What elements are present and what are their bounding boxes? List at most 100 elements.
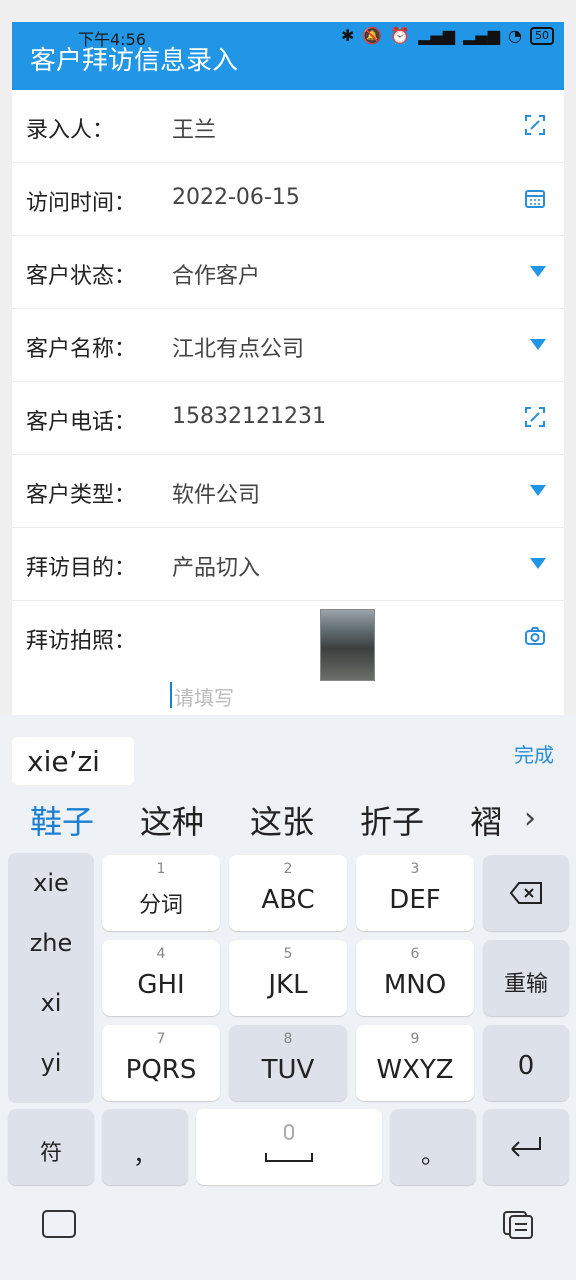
key-label: ABC bbox=[261, 885, 315, 915]
comma-key[interactable]: ， bbox=[102, 1109, 188, 1185]
key-number: 4 bbox=[156, 946, 166, 962]
wifi-icon: ◔ bbox=[508, 26, 522, 45]
microphone-icon bbox=[265, 1124, 313, 1162]
key-label: TUV bbox=[261, 1055, 315, 1085]
enter-key[interactable] bbox=[483, 1109, 569, 1185]
done-button[interactable]: 完成 bbox=[514, 739, 554, 768]
key-8[interactable]: 8 TUV bbox=[229, 1025, 347, 1101]
key-5[interactable]: 5 JKL bbox=[229, 940, 347, 1016]
candidate-item[interactable]: 褶 bbox=[470, 797, 502, 843]
key-7[interactable]: 7 PQRS bbox=[102, 1025, 220, 1101]
customer-phone-value[interactable]: 15832121231 bbox=[172, 404, 326, 429]
clipboard-icon[interactable] bbox=[502, 1210, 534, 1240]
key-label: 。 bbox=[421, 1141, 445, 1169]
key-label: ， bbox=[133, 1141, 157, 1169]
dropdown-caret-icon[interactable] bbox=[530, 558, 546, 569]
key-9[interactable]: 9 WXYZ bbox=[356, 1025, 474, 1101]
candidate-item[interactable]: 鞋子 bbox=[30, 797, 94, 843]
recorder-value[interactable]: 王兰 bbox=[172, 112, 216, 144]
pinyin-option[interactable]: zhe bbox=[8, 929, 94, 957]
key-label: 符 bbox=[39, 1141, 62, 1166]
photo-thumbnail[interactable] bbox=[320, 609, 375, 681]
key-1[interactable]: 1 分词 bbox=[102, 855, 220, 931]
ime-keyboard: xie’zi 完成 鞋子 这种 这张 折子 褶 › xie zhe xi yi … bbox=[0, 715, 576, 1280]
key-4[interactable]: 4 GHI bbox=[102, 940, 220, 1016]
enter-icon bbox=[511, 1137, 541, 1157]
pinyin-text: xie’zi bbox=[27, 745, 100, 778]
pinyin-composition: xie’zi bbox=[12, 737, 134, 785]
customer-name-value[interactable]: 江北有点公司 bbox=[172, 331, 304, 363]
form-row-visit-purpose[interactable]: 拜访目的： 产品切入 bbox=[12, 528, 564, 601]
candidate-item[interactable]: 折子 bbox=[360, 797, 424, 843]
key-6[interactable]: 6 MNO bbox=[356, 940, 474, 1016]
reenter-key[interactable]: 重输 bbox=[483, 940, 569, 1016]
candidate-bar: 鞋子 这种 这张 折子 褶 › bbox=[0, 795, 576, 845]
visit-purpose-value[interactable]: 产品切入 bbox=[172, 550, 260, 582]
pinyin-option[interactable]: xi bbox=[8, 989, 94, 1017]
period-key[interactable]: 。 bbox=[390, 1109, 476, 1185]
form-row-customer-status[interactable]: 客户状态： 合作客户 bbox=[12, 236, 564, 309]
form-row-customer-name[interactable]: 客户名称： 江北有点公司 bbox=[12, 309, 564, 382]
bluetooth-icon: ✱ bbox=[340, 26, 355, 45]
mute-icon: 🔕 bbox=[362, 26, 383, 45]
customer-status-label: 客户状态： bbox=[26, 264, 137, 289]
form-row-visit-time[interactable]: 访问时间： 2022-06-15 bbox=[12, 163, 564, 236]
keyboard-bottom-bar bbox=[0, 1210, 576, 1260]
customer-status-value[interactable]: 合作客户 bbox=[172, 258, 260, 290]
key-3[interactable]: 3 DEF bbox=[356, 855, 474, 931]
key-number: 1 bbox=[156, 861, 166, 877]
form-row-customer-type[interactable]: 客户类型： 软件公司 bbox=[12, 455, 564, 528]
alarm-icon: ⏰ bbox=[390, 26, 411, 45]
form-row-visit-photo[interactable]: 拜访拍照： bbox=[12, 601, 564, 681]
note-field[interactable]: 请填写 bbox=[12, 674, 564, 716]
pinyin-options-column: xie zhe xi yi bbox=[8, 853, 94, 1103]
key-number: 2 bbox=[283, 861, 293, 877]
key-number: 9 bbox=[410, 1031, 420, 1047]
visit-time-value[interactable]: 2022-06-15 bbox=[172, 185, 300, 210]
pinyin-option[interactable]: xie bbox=[8, 869, 94, 897]
key-number: 6 bbox=[410, 946, 420, 962]
key-0[interactable]: 0 bbox=[483, 1025, 569, 1101]
dropdown-caret-icon[interactable] bbox=[530, 266, 546, 277]
visit-photo-label: 拜访拍照： bbox=[26, 629, 137, 654]
visit-form: 录入人： 王兰 访问时间： 2022-06-15 客户状态： 合作客户 客户名称… bbox=[12, 90, 564, 716]
key-number: 8 bbox=[283, 1031, 293, 1047]
backspace-key[interactable] bbox=[483, 855, 569, 931]
chevron-right-icon[interactable]: › bbox=[524, 801, 536, 836]
space-key[interactable] bbox=[196, 1109, 382, 1185]
calendar-icon[interactable] bbox=[524, 187, 546, 209]
dropdown-caret-icon[interactable] bbox=[530, 339, 546, 350]
customer-phone-label: 客户电话： bbox=[26, 410, 137, 435]
recorder-label: 录入人： bbox=[26, 118, 115, 143]
status-icons: ✱ 🔕 ⏰ ▂▄▆ ▂▄▆ ◔ 50 bbox=[341, 26, 554, 45]
key-number: 3 bbox=[410, 861, 420, 877]
key-label: DEF bbox=[389, 885, 441, 915]
key-label: 0 bbox=[517, 1051, 535, 1081]
symbols-key[interactable]: 符 bbox=[8, 1109, 94, 1185]
dropdown-caret-icon[interactable] bbox=[530, 485, 546, 496]
visit-purpose-label: 拜访目的： bbox=[26, 556, 137, 581]
scan-icon[interactable] bbox=[524, 406, 546, 428]
scan-icon[interactable] bbox=[524, 114, 546, 136]
form-row-customer-phone[interactable]: 客户电话： 15832121231 bbox=[12, 382, 564, 455]
key-label: 重输 bbox=[503, 972, 548, 997]
backspace-icon bbox=[509, 882, 542, 904]
customer-type-value[interactable]: 软件公司 bbox=[172, 477, 260, 509]
key-label: MNO bbox=[383, 970, 447, 1000]
battery-icon: 50 bbox=[530, 26, 554, 45]
form-row-recorder[interactable]: 录入人： 王兰 bbox=[12, 90, 564, 163]
pinyin-option[interactable]: yi bbox=[8, 1049, 94, 1077]
key-2[interactable]: 2 ABC bbox=[229, 855, 347, 931]
candidate-item[interactable]: 这种 bbox=[140, 797, 204, 843]
key-number: 7 bbox=[156, 1031, 166, 1047]
note-input[interactable]: 请填写 bbox=[174, 682, 234, 711]
candidate-item[interactable]: 这张 bbox=[250, 797, 314, 843]
key-label: JKL bbox=[268, 970, 308, 1000]
key-number: 5 bbox=[283, 946, 293, 962]
signal-icon-2: ▂▄▆ bbox=[463, 26, 501, 45]
camera-icon[interactable] bbox=[524, 625, 546, 647]
visit-time-label: 访问时间： bbox=[26, 191, 137, 216]
key-label: 分词 bbox=[138, 893, 183, 918]
keyboard-icon[interactable] bbox=[42, 1210, 76, 1238]
key-label: WXYZ bbox=[376, 1055, 454, 1085]
